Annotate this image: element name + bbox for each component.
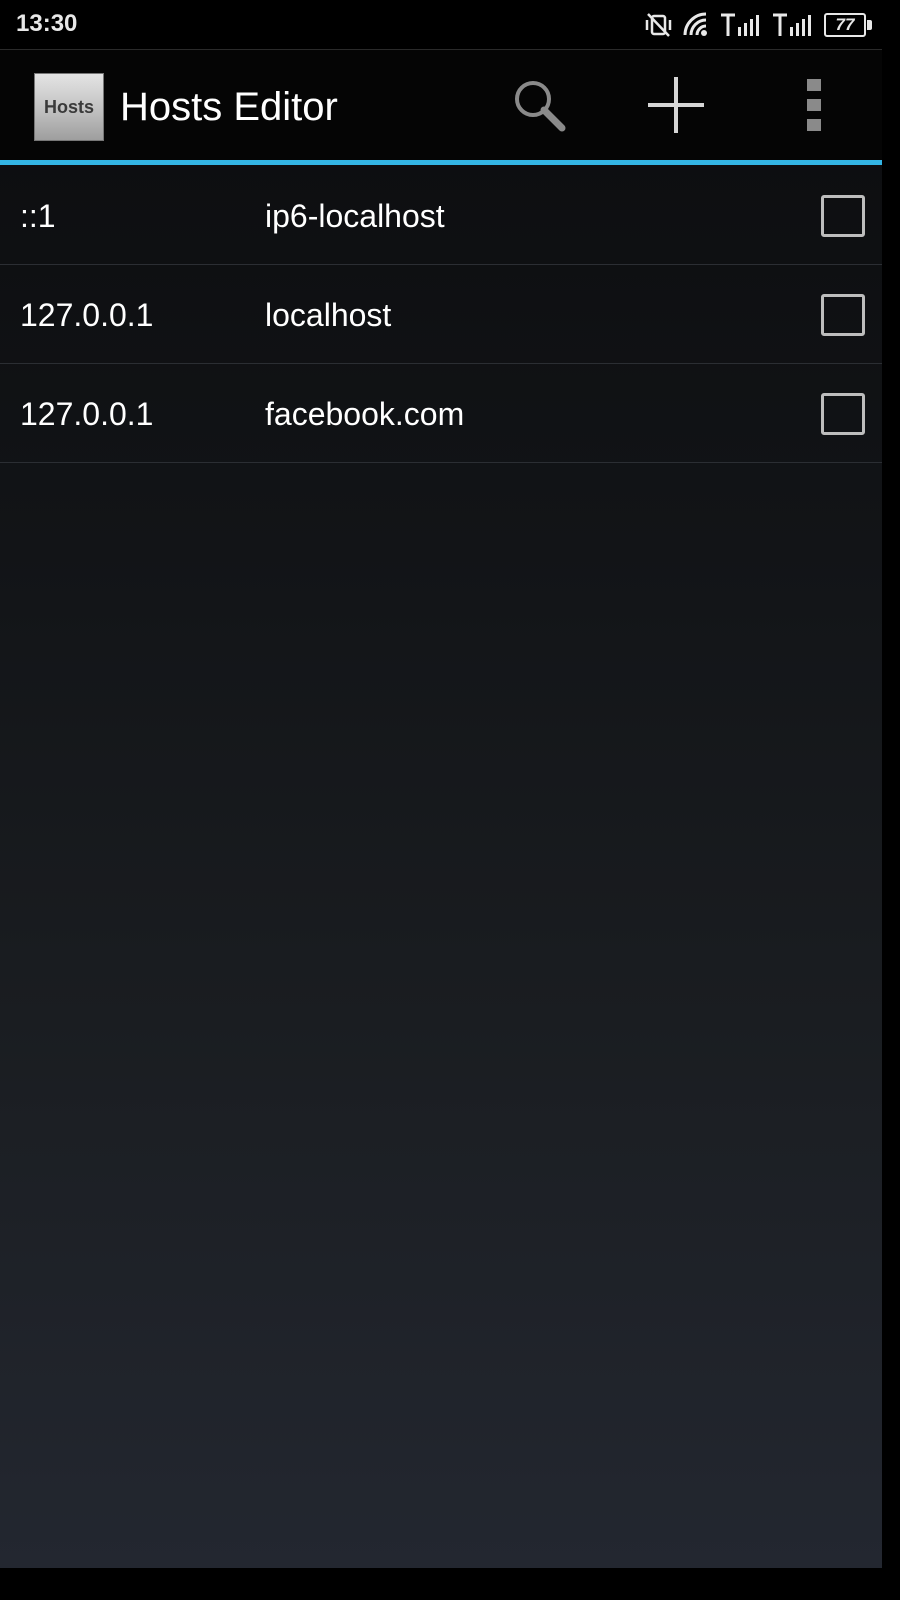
battery-tip: [867, 20, 872, 30]
status-icons: 77: [644, 10, 872, 40]
host-row[interactable]: 127.0.0.1 localhost: [0, 265, 882, 364]
host-name: facebook.com: [265, 396, 465, 432]
wifi-icon: [682, 11, 712, 39]
signal-icon: [720, 11, 764, 39]
signal-icon: [772, 11, 816, 39]
overflow-menu-button[interactable]: [779, 72, 849, 142]
add-host-button[interactable]: [641, 72, 711, 142]
add-icon: [645, 74, 707, 141]
status-time: 13:30: [16, 10, 78, 37]
host-checkbox[interactable]: [821, 294, 865, 336]
search-button[interactable]: [504, 72, 574, 142]
status-bar: 13:30 77: [0, 0, 882, 50]
battery-level: 77: [835, 15, 855, 34]
action-bar-divider: [0, 160, 882, 165]
app-logo-text: Hosts: [43, 96, 94, 117]
host-checkbox[interactable]: [821, 393, 865, 435]
overflow-menu-icon: [806, 78, 822, 136]
host-name: localhost: [265, 297, 392, 333]
host-ip: ::1: [20, 198, 56, 234]
host-row[interactable]: ::1 ip6-localhost: [0, 166, 882, 265]
search-icon: [509, 75, 569, 140]
host-checkbox[interactable]: [821, 195, 865, 237]
vibrate-off-icon: [644, 11, 674, 39]
action-bar: Hosts Hosts Editor: [0, 50, 882, 162]
app-title: Hosts Editor: [120, 85, 338, 129]
host-ip: 127.0.0.1: [20, 297, 154, 333]
host-row[interactable]: 127.0.0.1 facebook.com: [0, 364, 882, 463]
host-ip: 127.0.0.1: [20, 396, 154, 432]
host-list: ::1 ip6-localhost 127.0.0.1 localhost 12…: [0, 166, 882, 463]
battery-icon: 77: [824, 13, 872, 37]
app-logo[interactable]: Hosts: [34, 73, 104, 141]
screen: 13:30 77 Hosts Hosts Editor::1 ip6-loca…: [0, 0, 882, 1568]
host-name: ip6-localhost: [265, 198, 445, 234]
